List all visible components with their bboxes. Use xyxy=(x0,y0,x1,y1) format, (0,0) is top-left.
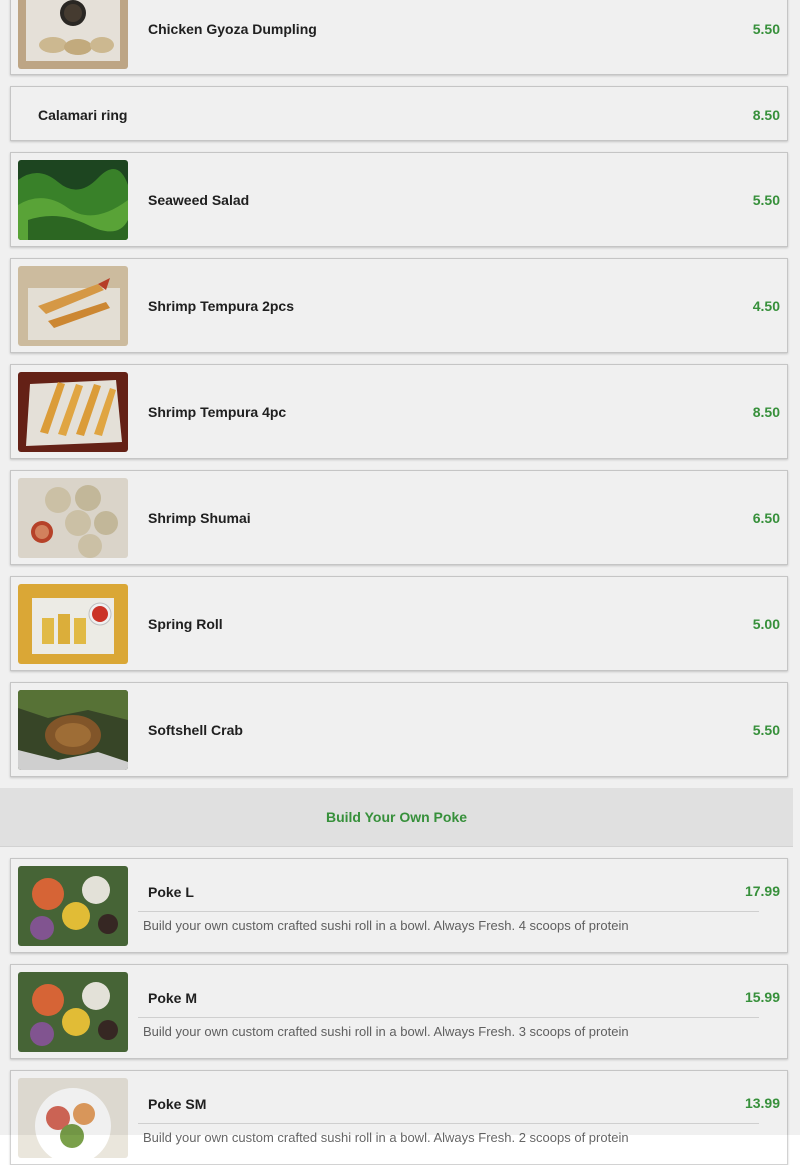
item-name: Shrimp Tempura 2pcs xyxy=(148,298,295,314)
item-photo xyxy=(18,0,128,69)
section-title: Build Your Own Poke xyxy=(325,809,468,825)
item-price: 5.00 xyxy=(752,616,780,632)
menu-item-card[interactable]: Chicken Gyoza Dumpling 5.50 xyxy=(10,0,788,75)
item-price: 5.50 xyxy=(752,192,780,208)
item-name: Poke L xyxy=(148,884,194,900)
item-price: 8.50 xyxy=(752,404,780,420)
item-photo xyxy=(18,866,128,946)
item-photo xyxy=(18,266,128,346)
section-header: Build Your Own Poke xyxy=(0,788,793,847)
menu-item-card[interactable]: Poke M 15.99 Build your own custom craft… xyxy=(10,964,788,1059)
divider xyxy=(138,1123,759,1124)
menu-item-card[interactable]: Shrimp Tempura 2pcs 4.50 xyxy=(10,258,788,353)
item-price: 5.50 xyxy=(752,21,780,37)
item-name: Chicken Gyoza Dumpling xyxy=(148,21,317,37)
item-name: Poke M xyxy=(148,990,198,1006)
item-name: Softshell Crab xyxy=(148,722,243,738)
item-price: 6.50 xyxy=(752,510,780,526)
menu-item-card[interactable]: Shrimp Tempura 4pc 8.50 xyxy=(10,364,788,459)
item-photo xyxy=(18,972,128,1052)
item-name: Shrimp Tempura 4pc xyxy=(148,404,287,420)
menu-item-card[interactable]: Poke L 17.99 Build your own custom craft… xyxy=(10,858,788,953)
item-description: Build your own custom crafted sushi roll… xyxy=(143,918,629,933)
item-name: Spring Roll xyxy=(148,616,223,632)
menu-item-card[interactable]: Shrimp Shumai 6.50 xyxy=(10,470,788,565)
menu-item-card[interactable]: Softshell Crab 5.50 xyxy=(10,682,788,777)
item-price: 4.50 xyxy=(752,298,780,314)
item-price: 15.99 xyxy=(744,989,780,1005)
item-photo xyxy=(18,690,128,770)
item-photo xyxy=(18,584,128,664)
item-name: Shrimp Shumai xyxy=(148,510,251,526)
item-price: 17.99 xyxy=(744,883,780,899)
menu-item-card[interactable]: Poke SM 13.99 Build your own custom craf… xyxy=(10,1070,788,1165)
item-name: Poke SM xyxy=(148,1096,207,1112)
item-photo xyxy=(18,478,128,558)
item-description: Build your own custom crafted sushi roll… xyxy=(143,1024,629,1039)
item-description: Build your own custom crafted sushi roll… xyxy=(143,1130,629,1145)
item-photo xyxy=(18,1078,128,1158)
menu-item-card[interactable]: Spring Roll 5.00 xyxy=(10,576,788,671)
divider xyxy=(138,1017,759,1018)
item-name: Calamari ring xyxy=(38,107,128,123)
item-name: Seaweed Salad xyxy=(148,192,250,208)
item-price: 8.50 xyxy=(752,107,780,123)
item-photo xyxy=(18,372,128,452)
item-price: 5.50 xyxy=(752,722,780,738)
item-price: 13.99 xyxy=(744,1095,780,1111)
item-photo xyxy=(18,160,128,240)
menu-item-card[interactable]: Seaweed Salad 5.50 xyxy=(10,152,788,247)
divider xyxy=(138,911,759,912)
menu-item-card[interactable]: Calamari ring 8.50 xyxy=(10,86,788,141)
